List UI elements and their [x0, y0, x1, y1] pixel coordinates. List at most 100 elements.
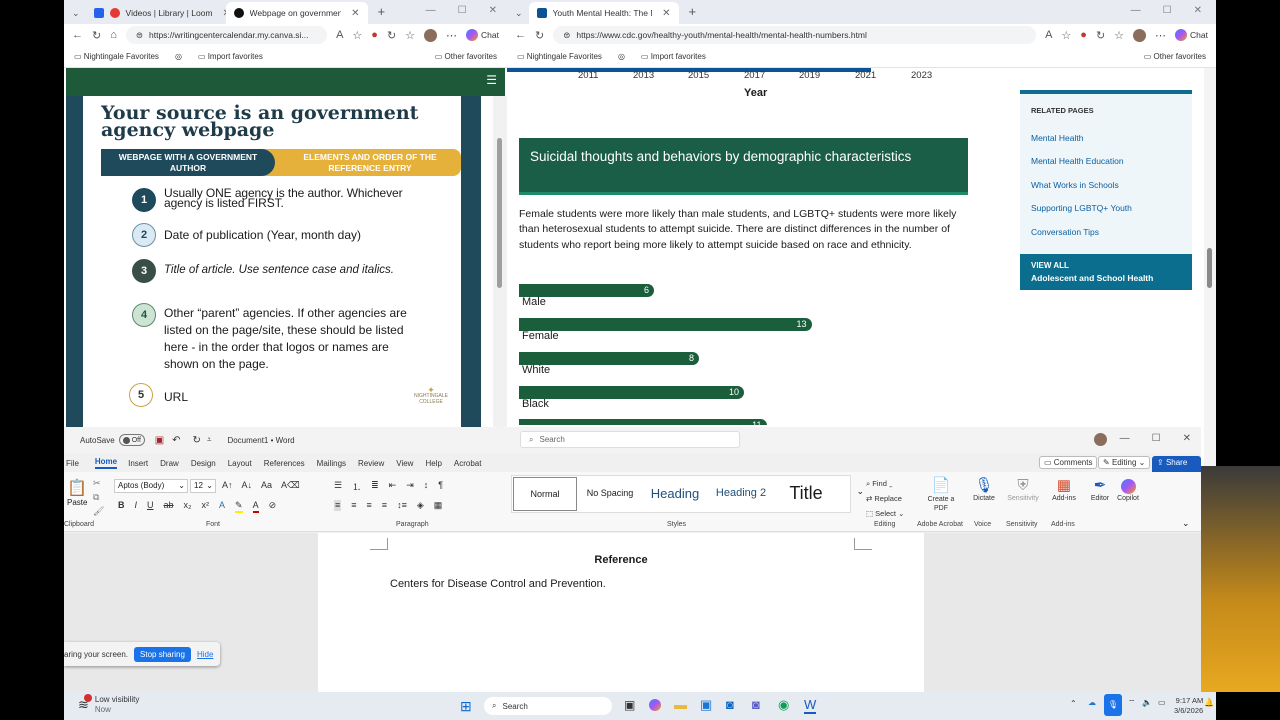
new-tab-icon[interactable]: + — [378, 4, 386, 19]
favorite-star-icon[interactable]: ☆ — [1061, 29, 1071, 42]
extension-icon[interactable]: ● — [371, 29, 378, 41]
autosave-toggle[interactable]: Off — [118, 434, 145, 446]
store-icon[interactable]: ▣ — [700, 697, 712, 713]
paragraph-shading-icon[interactable]: ◈ — [417, 500, 424, 511]
select-button[interactable]: ⬚ Select ⌄ — [866, 506, 904, 521]
network-icon[interactable]: ⌔ — [1128, 698, 1136, 708]
borders-icon[interactable]: ▦ — [434, 500, 443, 511]
menu-draw[interactable]: Draw — [160, 459, 179, 468]
maximize-icon[interactable]: ☐ — [1163, 5, 1172, 16]
justify-icon[interactable]: ≡ — [382, 500, 387, 511]
show-marks-icon[interactable]: ¶ — [438, 480, 443, 493]
sync-icon[interactable]: ↻ — [387, 29, 396, 42]
shading-icon[interactable]: ⊘ — [269, 500, 277, 513]
close-tab-icon[interactable]: ✕ — [351, 8, 359, 19]
menu-references[interactable]: References — [264, 459, 305, 468]
gamepad-icon[interactable]: ◎ — [618, 52, 625, 61]
close-window-icon[interactable]: ✕ — [1194, 5, 1202, 16]
file-explorer-icon[interactable]: ▬ — [674, 697, 687, 712]
create-pdf-button[interactable]: 📄 Create a PDF — [926, 477, 956, 513]
back-icon[interactable]: ← — [515, 29, 526, 41]
underline-icon[interactable]: U — [147, 500, 154, 513]
bullets-icon[interactable]: ☰ — [334, 480, 342, 493]
edge-icon[interactable]: ◉ — [778, 697, 789, 713]
document-page[interactable]: Reference Centers for Disease Control an… — [318, 533, 924, 693]
font-size-select[interactable]: 12 ⌄ — [190, 479, 216, 493]
add-ins-button[interactable]: ▦ Add-ins — [1049, 477, 1079, 502]
task-view-icon[interactable]: ▣ — [624, 698, 635, 712]
site-info-icon[interactable]: ⊜ — [563, 30, 570, 41]
redo-icon[interactable]: ↻ — [193, 435, 201, 446]
comments-button[interactable]: ▭ Comments — [1039, 456, 1098, 469]
subscript-icon[interactable]: x₂ — [184, 500, 192, 513]
format-painter-icon[interactable]: 🖌 — [93, 506, 104, 517]
chat-button[interactable]: Chat — [1175, 29, 1208, 41]
highlight-icon[interactable]: ✎ — [235, 500, 243, 513]
clear-format-icon[interactable]: A⌫ — [281, 480, 300, 491]
page-scrollbar[interactable] — [1204, 68, 1216, 466]
related-link-mental-health[interactable]: Mental Health — [1031, 133, 1083, 143]
clock[interactable]: 9:17 AM 3/6/2026 — [1174, 696, 1203, 716]
profile-avatar[interactable] — [424, 28, 438, 42]
battery-icon[interactable]: ▭ — [1158, 698, 1166, 707]
related-link-lgbtq[interactable]: Supporting LGBTQ+ Youth — [1031, 203, 1132, 213]
maximize-icon[interactable]: ☐ — [458, 5, 467, 16]
menu-layout[interactable]: Layout — [228, 459, 252, 468]
tab-menu-icon[interactable]: ⌄ — [72, 8, 80, 19]
show-hidden-icons[interactable]: ⌃ — [1070, 699, 1077, 708]
tab-canva[interactable]: Webpage on government agency ✕ — [225, 2, 368, 24]
close-tab-icon[interactable]: ✕ — [662, 8, 670, 19]
favorite-star-icon[interactable]: ☆ — [352, 29, 362, 42]
collapse-ribbon-icon[interactable]: ⌄ — [1182, 518, 1190, 529]
profile-avatar[interactable] — [1133, 28, 1147, 42]
back-icon[interactable]: ← — [72, 29, 83, 41]
scrollbar[interactable] — [493, 96, 507, 430]
related-link-mental-health-education[interactable]: Mental Health Education — [1031, 156, 1124, 166]
editing-mode-button[interactable]: ✎ Editing ⌄ — [1098, 456, 1151, 469]
related-link-what-works[interactable]: What Works in Schools — [1031, 180, 1119, 190]
sync-icon[interactable]: ↻ — [1096, 29, 1105, 42]
new-tab-icon[interactable]: + — [689, 4, 697, 19]
close-window-icon[interactable]: ✕ — [1183, 433, 1191, 444]
copilot-button[interactable]: Copilot — [1114, 477, 1142, 502]
bold-icon[interactable]: B — [118, 500, 125, 513]
shrink-font-icon[interactable]: A↓ — [242, 480, 253, 491]
style-normal[interactable]: Normal — [513, 477, 577, 511]
menu-home[interactable]: Home — [94, 457, 118, 469]
strikethrough-icon[interactable]: ab — [164, 500, 174, 513]
microphone-tray-icon[interactable]: 🎙 — [1104, 694, 1122, 716]
extension-icon[interactable]: ● — [1080, 29, 1087, 41]
close-window-icon[interactable]: ✕ — [489, 5, 497, 16]
sensitivity-button[interactable]: ⛨ Sensitivity — [1006, 477, 1040, 502]
minimize-icon[interactable]: — — [1120, 433, 1130, 444]
menu-insert[interactable]: Insert — [128, 459, 148, 468]
decrease-indent-icon[interactable]: ⇤ — [389, 480, 397, 493]
minimize-icon[interactable]: — — [426, 5, 436, 16]
weather-widget[interactable]: ≋ Low visibility Now — [78, 694, 139, 715]
style-heading-2[interactable]: Heading 2 — [708, 476, 774, 510]
related-link-conversation-tips[interactable]: Conversation Tips — [1031, 227, 1099, 237]
align-left-icon[interactable]: ≡ — [334, 500, 342, 511]
favorites-icon[interactable]: ☆ — [1114, 29, 1124, 42]
paste-button[interactable]: 📋 Paste — [67, 478, 87, 507]
address-bar[interactable]: ⊜ https://www.cdc.gov/healthy-youth/ment… — [553, 26, 1037, 44]
more-menu-icon[interactable]: ⋯ — [1155, 29, 1166, 42]
maximize-icon[interactable]: ☐ — [1152, 433, 1161, 444]
style-title[interactable]: Title — [774, 476, 838, 510]
scroll-thumb[interactable] — [1207, 248, 1212, 288]
import-favorites[interactable]: ▭ Import favorites — [198, 52, 263, 61]
copy-icon[interactable]: ⧉ — [93, 492, 99, 503]
address-bar[interactable]: ⊜ https://writingcentercalendar.my.canva… — [125, 26, 328, 44]
read-aloud-icon[interactable]: A — [1045, 29, 1052, 41]
stop-sharing-button[interactable]: Stop sharing — [134, 646, 191, 662]
word-search-box[interactable]: ⌕ Search — [520, 431, 740, 448]
style-heading[interactable]: Heading — [642, 476, 708, 510]
multilevel-icon[interactable]: ≣ — [371, 480, 379, 493]
style-no-spacing[interactable]: No Spacing — [578, 476, 642, 510]
other-favorites[interactable]: ▭ Other favorites — [435, 52, 497, 61]
styles-more-icon[interactable]: ⌄ — [856, 486, 864, 497]
gamepad-icon[interactable]: ◎ — [175, 52, 182, 61]
tab-menu-icon[interactable]: ⌄ — [515, 8, 523, 19]
favorites-icon[interactable]: ☆ — [405, 29, 415, 42]
grow-font-icon[interactable]: A↑ — [222, 480, 233, 491]
